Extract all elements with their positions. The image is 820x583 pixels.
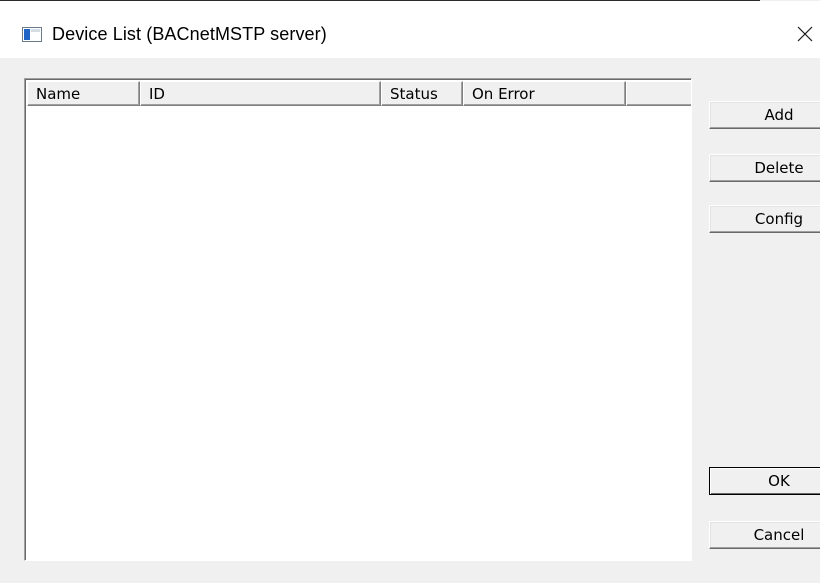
close-button[interactable] [790, 19, 820, 49]
list-body[interactable] [27, 106, 691, 560]
dialog-client-area: Name ID Status On Error Add Delete Confi… [0, 58, 820, 583]
title-bar[interactable]: Device List (BACnetMSTP server) [0, 1, 820, 58]
delete-button[interactable]: Delete [709, 154, 820, 182]
cancel-button[interactable]: Cancel [709, 521, 820, 549]
config-button[interactable]: Config [709, 205, 820, 233]
device-list-view[interactable]: Name ID Status On Error [24, 78, 692, 561]
add-button[interactable]: Add [709, 101, 820, 129]
column-header-id[interactable]: ID [140, 81, 381, 106]
ok-button[interactable]: OK [709, 467, 820, 495]
window-app-icon [22, 27, 42, 42]
column-header-on-error[interactable]: On Error [463, 81, 626, 106]
column-header-name[interactable]: Name [27, 81, 140, 106]
column-header-blank[interactable] [626, 81, 691, 106]
device-list-dialog: Device List (BACnetMSTP server) Name ID … [0, 0, 820, 583]
window-title: Device List (BACnetMSTP server) [52, 24, 327, 44]
list-header: Name ID Status On Error [27, 81, 691, 106]
column-header-status[interactable]: Status [381, 81, 463, 106]
close-icon [797, 26, 813, 42]
